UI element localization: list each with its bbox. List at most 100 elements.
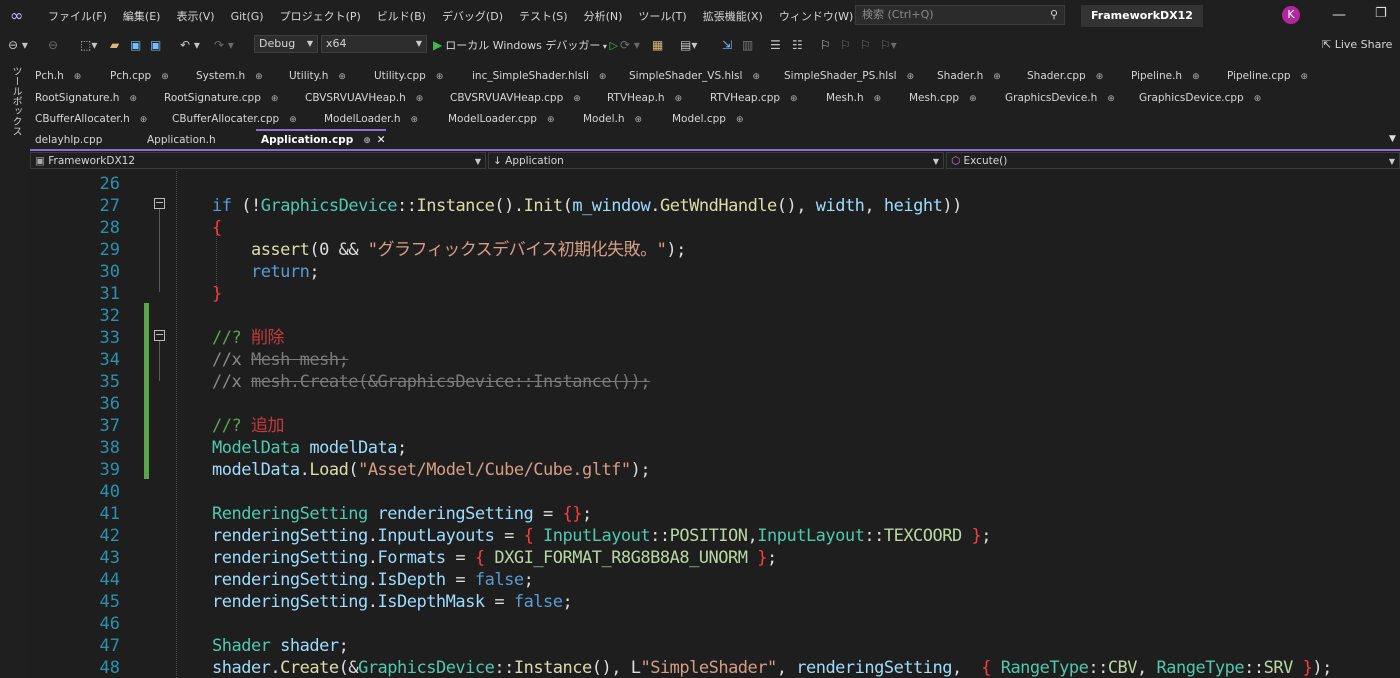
- pin-icon[interactable]: ⊕: [411, 115, 419, 125]
- pin-icon[interactable]: ⊕: [573, 94, 581, 104]
- pin-icon[interactable]: ⊕: [161, 72, 169, 82]
- toolbox-tab[interactable]: ツールボックス: [8, 66, 23, 136]
- tab-modelloader-cpp[interactable]: ModelLoader.cpp ⊕: [443, 110, 555, 129]
- tab-application-h[interactable]: Application.h: [142, 131, 216, 150]
- pin-icon[interactable]: ⊕: [289, 115, 297, 125]
- menu-item[interactable]: 分析(N): [576, 8, 631, 24]
- pin-icon[interactable]: ⊕: [140, 115, 148, 125]
- pin-icon[interactable]: ⊕: [752, 72, 760, 82]
- tab-shader-h[interactable]: Shader.h ⊕: [932, 67, 1001, 86]
- pin-icon[interactable]: ⊕: [907, 72, 915, 82]
- menu-item[interactable]: ツール(T): [630, 8, 694, 24]
- menu-item[interactable]: 表示(V): [168, 8, 222, 24]
- menu-item[interactable]: Git(G): [223, 10, 272, 23]
- window-layout-icon[interactable]: ▤▾: [680, 36, 697, 54]
- back-nav-icon[interactable]: ⊖ ▾: [8, 36, 28, 54]
- pin-icon[interactable]: ⊕: [969, 94, 977, 104]
- tab-model-h[interactable]: Model.h ⊕: [578, 110, 642, 129]
- tab-utility-h[interactable]: Utility.h ⊕: [284, 67, 346, 86]
- pin-icon[interactable]: ⊕: [599, 72, 607, 82]
- pin-icon[interactable]: ⊕: [436, 72, 444, 82]
- tab-rtvheap-cpp[interactable]: RTVHeap.cpp ⊕: [705, 89, 798, 108]
- pin-icon[interactable]: ⊕: [1254, 94, 1262, 104]
- tab-pch-cpp[interactable]: Pch.cpp ⊕: [105, 67, 169, 86]
- pin-icon[interactable]: ⊕: [635, 115, 643, 125]
- pin-icon[interactable]: ⊕: [74, 72, 82, 82]
- tab-cbvsrvuavheap-h[interactable]: CBVSRVUAVHeap.h ⊕: [300, 89, 423, 108]
- tab-delayhlp-cpp[interactable]: delayhlp.cpp: [30, 131, 102, 150]
- solution-name-badge[interactable]: FrameworkDX12: [1081, 5, 1203, 27]
- comment-out-icon[interactable]: ☰: [770, 36, 781, 54]
- tab-simpleshader-ps-hlsl[interactable]: SimpleShader_PS.hlsl ⊕: [779, 67, 914, 86]
- pin-icon[interactable]: ⊕: [790, 94, 798, 104]
- breakpoint-icon[interactable]: ▥: [742, 36, 753, 54]
- tab-graphicsdevice-cpp[interactable]: GraphicsDevice.cpp ⊕: [1134, 89, 1261, 108]
- tab-rootsignature-cpp[interactable]: RootSignature.cpp ⊕: [159, 89, 278, 108]
- pin-icon[interactable]: ⊕: [338, 72, 346, 82]
- tab-model-cpp[interactable]: Model.cpp ⊕: [667, 110, 744, 129]
- tab-graphicsdevice-h[interactable]: GraphicsDevice.h ⊕: [1000, 89, 1115, 108]
- pin-icon[interactable]: ⊕: [255, 72, 263, 82]
- tab-mesh-cpp[interactable]: Mesh.cpp ⊕: [904, 89, 977, 108]
- solution-explorer-icon[interactable]: ▦: [652, 36, 663, 54]
- menu-item[interactable]: ビルド(B): [369, 8, 434, 24]
- step-icon[interactable]: ⇲: [722, 36, 732, 54]
- clear-bookmarks-icon[interactable]: ⚐▾: [880, 36, 897, 54]
- live-share-button[interactable]: ⇱ Live Share: [1322, 36, 1392, 54]
- pin-icon[interactable]: ⊕: [271, 94, 279, 104]
- project-dropdown[interactable]: ▣ FrameworkDX12 ▼: [30, 152, 486, 169]
- tab-cbufferallocater-cpp[interactable]: CBufferAllocater.cpp ⊕: [167, 110, 297, 129]
- open-folder-icon[interactable]: ▰: [110, 36, 119, 54]
- pin-icon[interactable]: ⊕: [363, 136, 371, 146]
- uncomment-icon[interactable]: ☷: [792, 36, 803, 54]
- member-dropdown[interactable]: ⬡ Excute() ▼: [946, 152, 1400, 169]
- pin-icon[interactable]: ⊕: [416, 94, 424, 104]
- new-project-icon[interactable]: ⬚▾: [80, 36, 97, 54]
- next-bookmark-icon[interactable]: ⚐: [860, 36, 871, 54]
- pin-icon[interactable]: ⊕: [547, 115, 555, 125]
- pin-icon[interactable]: ⊕: [1192, 72, 1200, 82]
- scope-dropdown[interactable]: ↓ Application ▼: [488, 152, 944, 169]
- menu-item[interactable]: デバッグ(D): [434, 8, 511, 24]
- platform-select[interactable]: x64 ▼: [321, 35, 427, 53]
- tab-cbvsrvuavheap-cpp[interactable]: CBVSRVUAVHeap.cpp ⊕: [445, 89, 581, 108]
- pin-icon[interactable]: ⊕: [874, 94, 882, 104]
- tab-inc-simpleshader-hlsli[interactable]: inc_SimpleShader.hlsli ⊕: [467, 67, 606, 86]
- start-debugging-button[interactable]: ▶ ローカル Windows デバッガー ▾ ▷: [433, 36, 618, 54]
- collapse-icon[interactable]: −: [154, 329, 165, 341]
- menu-item[interactable]: ウィンドウ(W): [771, 8, 861, 24]
- pin-icon[interactable]: ⊕: [1107, 94, 1115, 104]
- tab-simpleshader-vs-hlsl[interactable]: SimpleShader_VS.hlsl ⊕: [624, 67, 760, 86]
- pin-icon[interactable]: ⊕: [675, 94, 683, 104]
- tab-pipeline-h[interactable]: Pipeline.h ⊕: [1126, 67, 1200, 86]
- restore-window-icon[interactable]: ❐: [1375, 6, 1387, 21]
- collapse-icon[interactable]: −: [154, 197, 165, 209]
- prev-bookmark-icon[interactable]: ⚐: [840, 36, 851, 54]
- tab-rootsignature-h[interactable]: RootSignature.h ⊕: [30, 89, 137, 108]
- menu-item[interactable]: テスト(S): [511, 8, 576, 24]
- tab-mesh-h[interactable]: Mesh.h ⊕: [821, 89, 881, 108]
- menu-item[interactable]: 拡張機能(X): [695, 8, 771, 24]
- undo-icon[interactable]: ↶ ▾: [180, 36, 200, 54]
- close-icon[interactable]: ✕: [377, 134, 386, 146]
- save-all-icon[interactable]: ▣: [150, 36, 161, 54]
- tab-system-h[interactable]: System.h ⊕: [191, 67, 263, 86]
- tab-shader-cpp[interactable]: Shader.cpp ⊕: [1022, 67, 1103, 86]
- redo-icon[interactable]: ↷ ▾: [214, 36, 234, 54]
- menu-item[interactable]: ファイル(F): [40, 8, 115, 24]
- pin-icon[interactable]: ⊕: [993, 72, 1001, 82]
- pin-icon[interactable]: ⊕: [1301, 72, 1309, 82]
- pin-icon[interactable]: ⊕: [129, 94, 137, 104]
- hot-reload-icon[interactable]: ⟳ ▾: [620, 36, 640, 54]
- configuration-select[interactable]: Debug ▼: [254, 35, 318, 53]
- tab-modelloader-h[interactable]: ModelLoader.h ⊕: [319, 110, 418, 129]
- menu-item[interactable]: プロジェクト(P): [272, 8, 369, 24]
- pin-icon[interactable]: ⊕: [736, 115, 744, 125]
- minimize-icon[interactable]: —: [1332, 7, 1346, 23]
- tab-rtvheap-h[interactable]: RTVHeap.h ⊕: [602, 89, 682, 108]
- save-icon[interactable]: ▣: [130, 36, 141, 54]
- search-box[interactable]: 検索 (Ctrl+Q) ⚲: [855, 5, 1065, 25]
- forward-nav-icon[interactable]: ⊖: [48, 36, 58, 54]
- code-editor[interactable]: 26 27 28 29 30 31 32 33 34 35 36 37 38 39 40 41 42 43 44 45…: [30, 171, 1400, 678]
- user-avatar[interactable]: K: [1282, 6, 1300, 24]
